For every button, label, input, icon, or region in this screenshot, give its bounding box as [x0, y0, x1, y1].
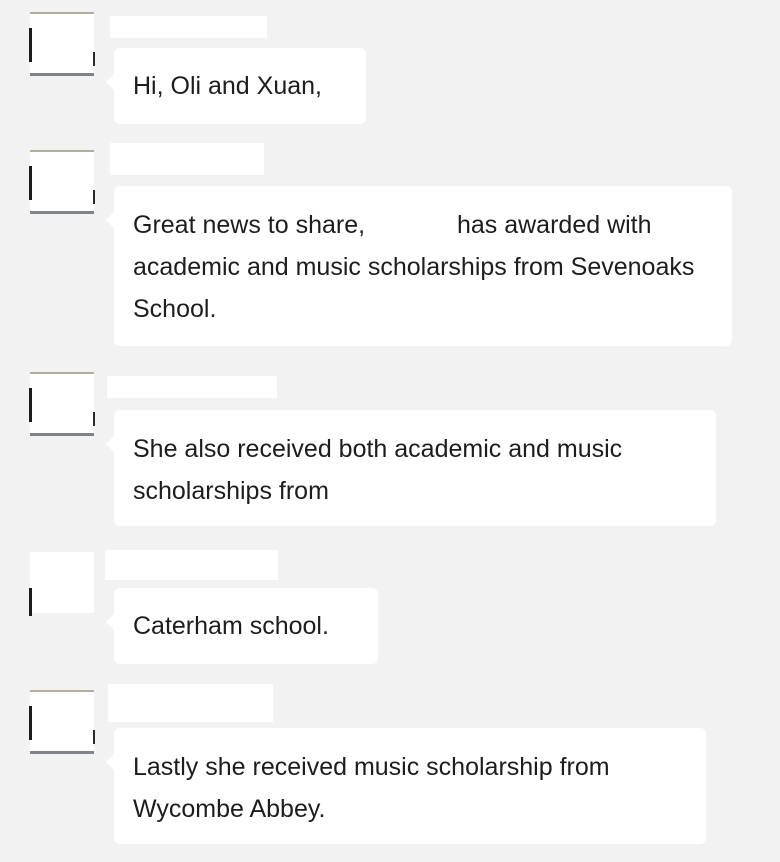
message-text-part: Great news to share, — [133, 211, 366, 239]
avatar-edge — [93, 730, 95, 744]
avatar[interactable] — [29, 372, 95, 436]
sender-name-redacted — [110, 143, 264, 175]
sender-name-redacted — [107, 376, 277, 398]
avatar-edge — [93, 412, 95, 426]
message-text: Hi, Oli and Xuan, — [133, 72, 322, 100]
message-bubble[interactable]: Lastly she received music scholarship fr… — [106, 728, 706, 844]
message-text: Caterham school. — [133, 612, 329, 640]
avatar[interactable] — [29, 552, 94, 616]
sender-name-redacted — [105, 550, 278, 580]
message-bubble[interactable]: She also received both academic and musi… — [106, 410, 716, 526]
sender-name-redacted — [110, 16, 267, 38]
avatar[interactable] — [29, 690, 95, 754]
message-text: Lastly she received music scholarship fr… — [133, 753, 610, 823]
avatar-edge — [93, 190, 95, 204]
redacted-name — [372, 232, 450, 233]
avatar-edge — [29, 588, 32, 616]
avatar-edge — [29, 388, 32, 422]
message-bubble[interactable]: Great news to share, has awarded with ac… — [106, 186, 732, 346]
message-bubble[interactable]: Caterham school. — [106, 588, 378, 664]
avatar-edge — [93, 52, 95, 66]
avatar-edge — [29, 706, 32, 740]
avatar[interactable] — [29, 12, 95, 76]
message-text: She also received both academic and musi… — [133, 435, 623, 505]
avatar-edge — [29, 166, 32, 200]
avatar-edge — [29, 28, 32, 62]
sender-name-redacted — [108, 684, 273, 722]
avatar[interactable] — [29, 150, 95, 214]
message-bubble[interactable]: Hi, Oli and Xuan, — [106, 48, 366, 124]
